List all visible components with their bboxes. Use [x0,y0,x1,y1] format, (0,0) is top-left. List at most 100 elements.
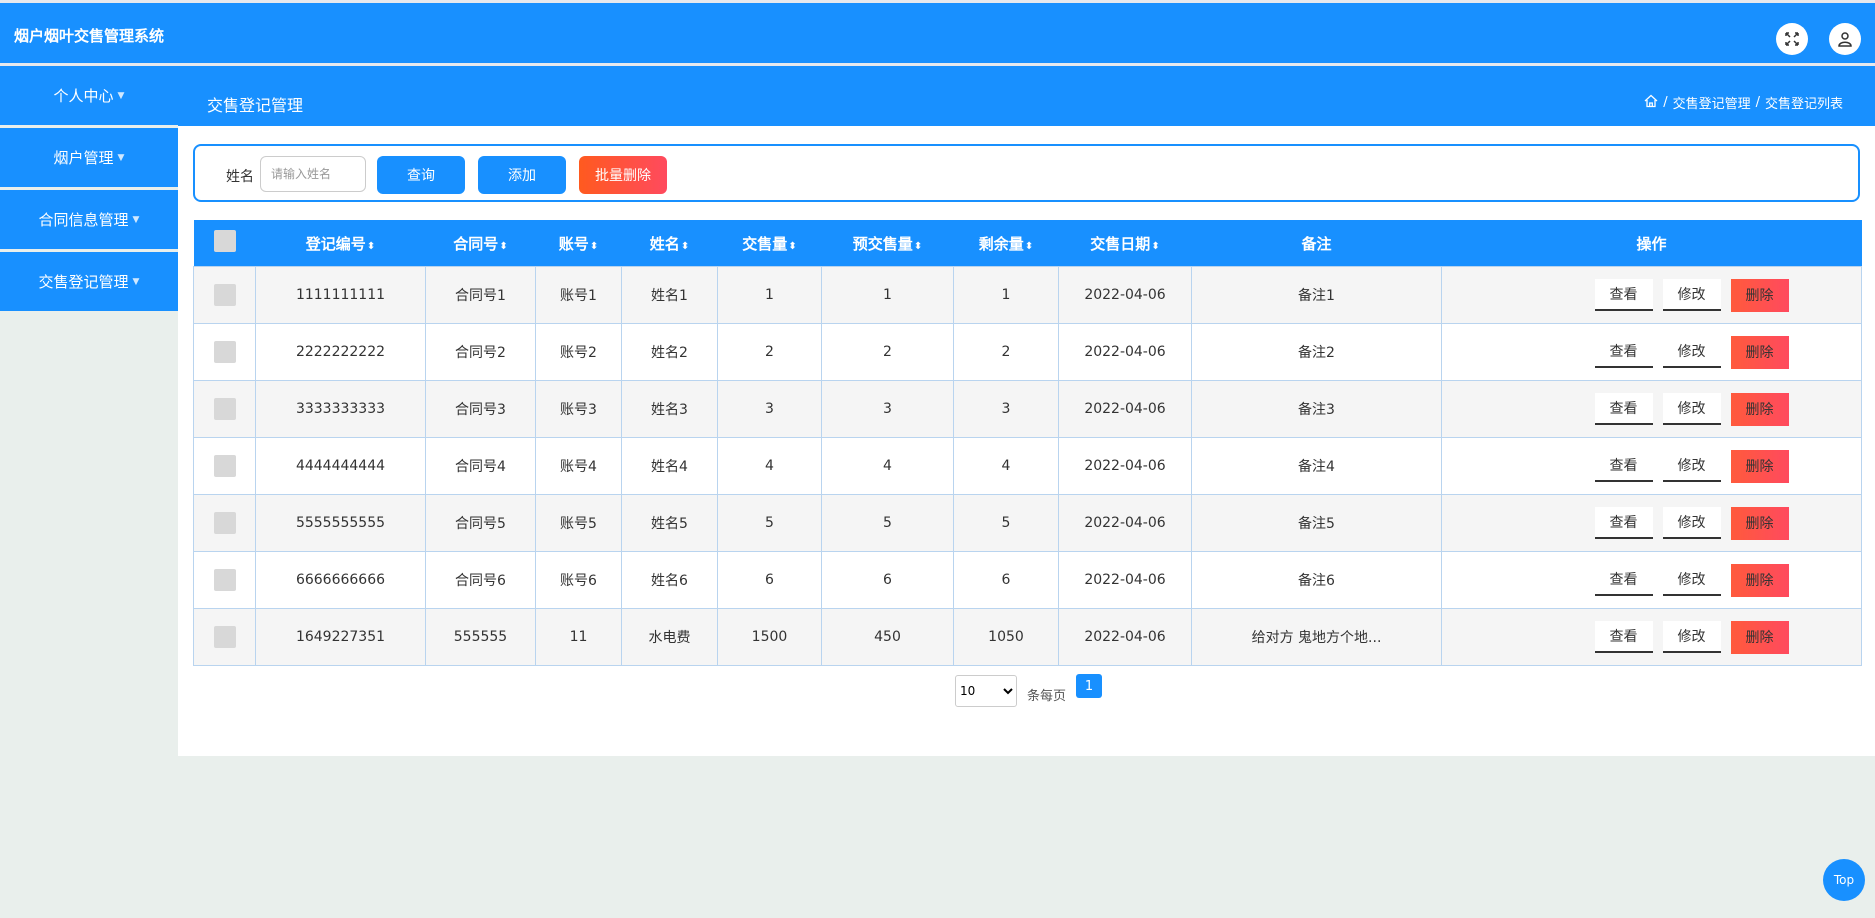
table-row: 6666666666 合同号6 账号6 姓名6 6 6 6 2022-04-06… [193,551,1862,609]
edit-button[interactable]: 修改 [1662,392,1721,425]
column-header: 操作 [1441,220,1862,267]
sidebar-item-contracts[interactable]: 合同信息管理 ▼ [0,190,178,249]
view-button[interactable]: 查看 [1594,449,1653,482]
user-icon[interactable] [1829,23,1861,55]
table-cell: 2022-04-06 [1058,494,1192,552]
table-cell: 555555 [425,608,536,666]
row-checkbox[interactable] [213,569,236,591]
sort-icon[interactable]: ⬍ [914,241,922,252]
view-button[interactable]: 查看 [1594,506,1653,539]
table-cell: 1 [717,266,822,324]
row-select-cell[interactable] [193,323,256,381]
table-cell: 5 [953,494,1059,552]
row-select-cell[interactable] [193,437,256,495]
name-search-input[interactable] [260,156,366,192]
table-cell: 3 [821,380,954,438]
sort-icon[interactable]: ⬍ [1025,241,1033,252]
actions-cell: 查看 修改 删除 [1441,323,1862,381]
table-cell: 姓名1 [621,266,718,324]
query-button[interactable]: 查询 [377,156,465,194]
delete-button[interactable]: 删除 [1730,449,1789,483]
view-button[interactable]: 查看 [1594,563,1653,596]
select-all-checkbox[interactable] [213,230,236,252]
column-header: 备注 [1191,220,1442,267]
table-cell: 1111111111 [255,266,426,324]
table-cell: 账号2 [535,323,622,381]
sort-icon[interactable]: ⬍ [367,241,375,252]
table-cell: 4 [953,437,1059,495]
row-checkbox[interactable] [213,626,236,648]
table-cell: 2022-04-06 [1058,323,1192,381]
table-cell: 3333333333 [255,380,426,438]
row-checkbox[interactable] [213,284,236,306]
breadcrumb: / 交售登记管理 / 交售登记列表 [1644,93,1843,112]
table-cell: 合同号5 [425,494,536,552]
sort-icon[interactable]: ⬍ [788,241,796,252]
home-icon[interactable] [1644,94,1658,112]
sort-icon[interactable]: ⬍ [499,241,507,252]
fullscreen-icon[interactable] [1776,23,1808,55]
delete-button[interactable]: 删除 [1730,506,1789,540]
view-button[interactable]: 查看 [1594,620,1653,653]
sort-icon[interactable]: ⬍ [1151,241,1159,252]
breadcrumb-item: 交售登记列表 [1764,97,1843,112]
breadcrumb-separator: / [1755,95,1760,110]
edit-button[interactable]: 修改 [1662,335,1721,368]
row-checkbox[interactable] [213,512,236,534]
column-header[interactable]: 预交售量⬍ [821,220,954,267]
delete-button[interactable]: 删除 [1730,278,1789,312]
breadcrumb-separator: / [1663,95,1668,110]
sidebar-item-personal-center[interactable]: 个人中心 ▼ [0,66,178,125]
actions-cell: 查看 修改 删除 [1441,380,1862,438]
add-button[interactable]: 添加 [478,156,566,194]
table-cell: 2022-04-06 [1058,437,1192,495]
table-header-row: 登记编号⬍ 合同号⬍ 账号⬍ 姓名⬍ 交售量⬍ 预交售量⬍ 剩余量⬍ 交售日期⬍… [193,220,1862,267]
back-to-top-button[interactable]: Top [1823,859,1865,901]
row-select-cell[interactable] [193,494,256,552]
page-header: 交售登记管理 / 交售登记管理 / 交售登记列表 [178,66,1875,126]
row-checkbox[interactable] [213,341,236,363]
view-button[interactable]: 查看 [1594,335,1653,368]
delete-button[interactable]: 删除 [1730,335,1789,369]
column-header[interactable]: 剩余量⬍ [953,220,1059,267]
caret-down-icon: ▼ [117,152,125,163]
top-bar: 烟户烟叶交售管理系统 [0,0,1875,63]
table-cell: 给对方 鬼地方个地... [1191,608,1442,666]
batch-delete-button[interactable]: 批量删除 [579,156,667,194]
sidebar-item-sales-registration[interactable]: 交售登记管理 ▼ [0,252,178,311]
column-header[interactable]: 交售量⬍ [717,220,822,267]
sort-icon[interactable]: ⬍ [681,241,689,252]
row-select-cell[interactable] [193,551,256,609]
table-cell: 1 [821,266,954,324]
column-header[interactable]: 交售日期⬍ [1058,220,1192,267]
page-number-button[interactable]: 1 [1076,674,1103,698]
delete-button[interactable]: 删除 [1730,563,1789,597]
sidebar-item-tobacco-households[interactable]: 烟户管理 ▼ [0,128,178,187]
table-cell: 备注5 [1191,494,1442,552]
delete-button[interactable]: 删除 [1730,620,1789,654]
column-header[interactable]: 合同号⬍ [425,220,536,267]
breadcrumb-item[interactable]: 交售登记管理 [1673,93,1751,112]
column-header[interactable]: 账号⬍ [535,220,622,267]
view-button[interactable]: 查看 [1594,392,1653,425]
column-header[interactable]: 登记编号⬍ [255,220,426,267]
edit-button[interactable]: 修改 [1662,449,1721,482]
table-cell: 2022-04-06 [1058,608,1192,666]
table-cell: 备注3 [1191,380,1442,438]
column-header[interactable]: 姓名⬍ [621,220,718,267]
sort-icon[interactable]: ⬍ [590,241,598,252]
page-size-select[interactable]: 10 [955,675,1017,707]
view-button[interactable]: 查看 [1594,278,1653,311]
caret-down-icon: ▼ [132,214,140,225]
header-select-all[interactable] [193,220,256,267]
row-select-cell[interactable] [193,608,256,666]
edit-button[interactable]: 修改 [1662,506,1721,539]
edit-button[interactable]: 修改 [1662,563,1721,596]
row-checkbox[interactable] [213,455,236,477]
row-select-cell[interactable] [193,266,256,324]
row-select-cell[interactable] [193,380,256,438]
row-checkbox[interactable] [213,398,236,420]
edit-button[interactable]: 修改 [1662,620,1721,653]
delete-button[interactable]: 删除 [1730,392,1789,426]
edit-button[interactable]: 修改 [1662,278,1721,311]
